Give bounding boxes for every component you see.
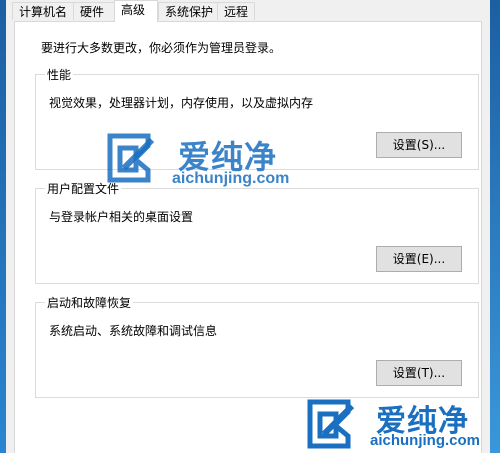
performance-description: 视觉效果，处理器计划，内存使用，以及虚拟内存: [49, 96, 314, 110]
user-profiles-description: 与登录帐户相关的桌面设置: [49, 210, 194, 224]
tab-computer-name[interactable]: 计算机名: [12, 2, 74, 20]
tab-system-protection[interactable]: 系统保护: [158, 2, 218, 20]
performance-group-title: 性能: [45, 66, 74, 83]
performance-group: 性能 视觉效果，处理器计划，内存使用，以及虚拟内存 设置(S)...: [35, 66, 479, 170]
tab-hardware[interactable]: 硬件: [73, 2, 115, 20]
user-profiles-settings-button[interactable]: 设置(E)...: [376, 246, 462, 272]
startup-recovery-group: 启动和故障恢复 系统启动、系统故障和调试信息 设置(T)...: [35, 294, 479, 398]
tab-advanced[interactable]: 高级: [114, 0, 158, 22]
startup-recovery-description: 系统启动、系统故障和调试信息: [49, 324, 218, 338]
user-profiles-group-title: 用户配置文件: [45, 180, 122, 197]
desktop-background-right: [490, 0, 500, 453]
tab-bar: 计算机名 硬件 高级 系统保护 远程: [6, 0, 490, 22]
startup-recovery-settings-button[interactable]: 设置(T)...: [376, 360, 462, 386]
admin-note: 要进行大多数更改，你必须作为管理员登录。: [41, 41, 282, 55]
system-properties-window: 计算机名 硬件 高级 系统保护 远程 要进行大多数更改，你必须作为管理员登录。 …: [6, 0, 490, 453]
performance-settings-button[interactable]: 设置(S)...: [376, 132, 462, 158]
tab-remote[interactable]: 远程: [217, 2, 255, 20]
user-profiles-group: 用户配置文件 与登录帐户相关的桌面设置 设置(E)...: [35, 180, 479, 284]
startup-recovery-group-title: 启动和故障恢复: [45, 294, 134, 311]
advanced-tab-panel: 要进行大多数更改，你必须作为管理员登录。 性能 视觉效果，处理器计划，内存使用，…: [14, 21, 482, 453]
